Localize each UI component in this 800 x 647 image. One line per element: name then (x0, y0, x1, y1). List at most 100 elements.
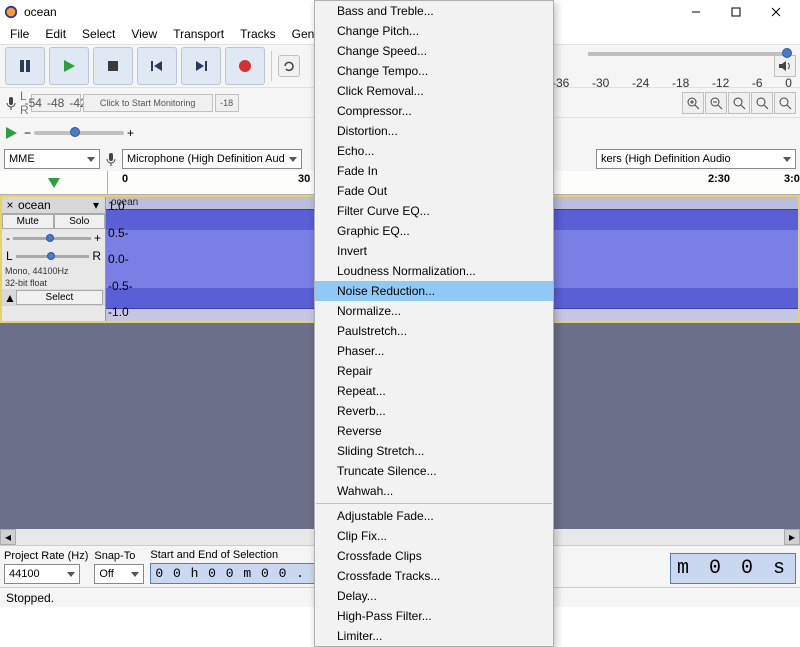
menu-select[interactable]: Select (74, 24, 123, 44)
meter-tick: -36 (552, 76, 569, 96)
solo-button[interactable]: Solo (54, 214, 106, 229)
gain-minus: - (6, 231, 10, 245)
meter-tick: -12 (712, 76, 729, 96)
close-button[interactable] (756, 0, 796, 24)
menu-view[interactable]: View (123, 24, 165, 44)
play-small-icon (4, 126, 18, 140)
amplitude-label: 0.0- (108, 252, 128, 266)
effect-item[interactable]: Distortion... (315, 121, 553, 141)
effect-item[interactable]: High-Pass Filter... (315, 606, 553, 626)
amplitude-label: -0.5- (108, 279, 128, 293)
effect-item[interactable]: Change Pitch... (315, 21, 553, 41)
ruler-head[interactable] (0, 171, 108, 194)
rec-meter-left[interactable]: -54 -48 -42 (31, 94, 81, 112)
mic-icon (4, 96, 18, 110)
effect-item[interactable]: Filter Curve EQ... (315, 201, 553, 221)
effect-item[interactable]: Paulstretch... (315, 321, 553, 341)
effect-item[interactable]: Truncate Silence... (315, 461, 553, 481)
effect-item[interactable]: Change Speed... (315, 41, 553, 61)
vol-plus-icon: + (127, 126, 134, 140)
effect-item[interactable]: Reverb... (315, 401, 553, 421)
input-device-combo[interactable]: Microphone (High Definition Aud (122, 149, 302, 169)
skip-start-button[interactable] (137, 47, 177, 85)
play-button[interactable] (49, 47, 89, 85)
track-format-depth: 32-bit float (2, 277, 105, 289)
effect-item[interactable]: Fade In (315, 161, 553, 181)
output-device-combo[interactable]: kers (High Definition Audio (596, 149, 796, 169)
collapse-button[interactable]: ▲ (4, 291, 16, 305)
effect-item[interactable]: Repair (315, 361, 553, 381)
effect-item[interactable]: Fade Out (315, 181, 553, 201)
effect-item[interactable]: Normalize... (315, 301, 553, 321)
effect-item[interactable]: Reverse (315, 421, 553, 441)
loop-button[interactable] (278, 55, 300, 77)
effect-item[interactable]: Phaser... (315, 341, 553, 361)
effect-item[interactable]: Click Removal... (315, 81, 553, 101)
meter-tick: 0 (785, 76, 792, 96)
effect-item[interactable]: Delay... (315, 586, 553, 606)
effect-item[interactable]: Limiter... (315, 626, 553, 646)
effect-item[interactable]: Sliding Stretch... (315, 441, 553, 461)
effect-item[interactable]: Loudness Normalization... (315, 261, 553, 281)
scroll-right-button[interactable]: ▸ (784, 529, 800, 545)
stop-button[interactable] (93, 47, 133, 85)
effect-item[interactable]: Compressor... (315, 101, 553, 121)
track-format-rate: Mono, 44100Hz (2, 265, 105, 277)
menu-transport[interactable]: Transport (165, 24, 232, 44)
track-control-panel: × ocean ▾ Mute Solo - + L R Mono, 44100H… (2, 197, 106, 321)
effect-item[interactable]: Repeat... (315, 381, 553, 401)
status-text: Stopped. (6, 591, 54, 605)
snap-label: Snap-To (94, 550, 144, 562)
ruler-tick: 30 (298, 173, 310, 185)
effect-item[interactable]: Change Tempo... (315, 61, 553, 81)
project-rate-combo[interactable]: 44100 (4, 564, 80, 584)
meter-tick: -6 (752, 76, 763, 96)
mic-icon (104, 152, 118, 166)
menu-file[interactable]: File (2, 24, 37, 44)
effect-item[interactable]: Graphic EQ... (315, 221, 553, 241)
menu-edit[interactable]: Edit (37, 24, 74, 44)
rec-meter-hint[interactable]: Click to Start Monitoring (83, 94, 213, 112)
play-meter-ticks: -36-30-24-18-12-60 (552, 76, 792, 96)
skip-end-button[interactable] (181, 47, 221, 85)
track-select-button[interactable]: Select (16, 290, 103, 305)
menu-tracks[interactable]: Tracks (232, 24, 284, 44)
playback-volume-slider[interactable] (34, 131, 124, 135)
speaker-icon (774, 55, 796, 77)
amplitude-label: 0.5- (108, 226, 128, 240)
effect-item[interactable]: Clip Fix... (315, 526, 553, 546)
amplitude-label: 1.0 (108, 199, 128, 213)
rec-meter-right[interactable]: -18 (215, 94, 239, 112)
effect-item[interactable]: Echo... (315, 141, 553, 161)
effect-item[interactable]: Noise Reduction... (315, 281, 553, 301)
effect-item[interactable]: Wahwah... (315, 481, 553, 501)
gain-plus: + (94, 231, 101, 245)
amplitude-label: -1.0 (108, 305, 128, 319)
pan-slider[interactable] (16, 255, 90, 258)
scroll-left-button[interactable]: ◂ (0, 529, 16, 545)
project-rate-label: Project Rate (Hz) (4, 550, 88, 562)
effect-item[interactable]: Invert (315, 241, 553, 261)
mute-button[interactable]: Mute (2, 214, 54, 229)
audio-position-field[interactable]: m 0 0 s (670, 553, 796, 584)
meter-tick: -30 (592, 76, 609, 96)
snap-combo[interactable]: Off (94, 564, 144, 584)
audio-host-combo[interactable]: MME (4, 149, 100, 169)
gain-slider[interactable] (13, 237, 91, 240)
vol-minus-icon: − (24, 126, 31, 140)
meter-tick: -24 (632, 76, 649, 96)
menu-separator (316, 503, 552, 504)
effect-item[interactable]: Crossfade Tracks... (315, 566, 553, 586)
maximize-button[interactable] (716, 0, 756, 24)
playback-speed-slider[interactable] (588, 52, 788, 56)
track-menu-button[interactable]: ▾ (89, 198, 103, 212)
record-button[interactable] (225, 47, 265, 85)
track-name: ocean (16, 198, 89, 212)
effect-item[interactable]: Bass and Treble... (315, 1, 553, 21)
track-close-button[interactable]: × (4, 198, 16, 212)
minimize-button[interactable] (676, 0, 716, 24)
effect-item[interactable]: Adjustable Fade... (315, 506, 553, 526)
pause-button[interactable] (5, 47, 45, 85)
effect-item[interactable]: Crossfade Clips (315, 546, 553, 566)
effect-menu-dropdown: Bass and Treble...Change Pitch...Change … (314, 0, 554, 647)
